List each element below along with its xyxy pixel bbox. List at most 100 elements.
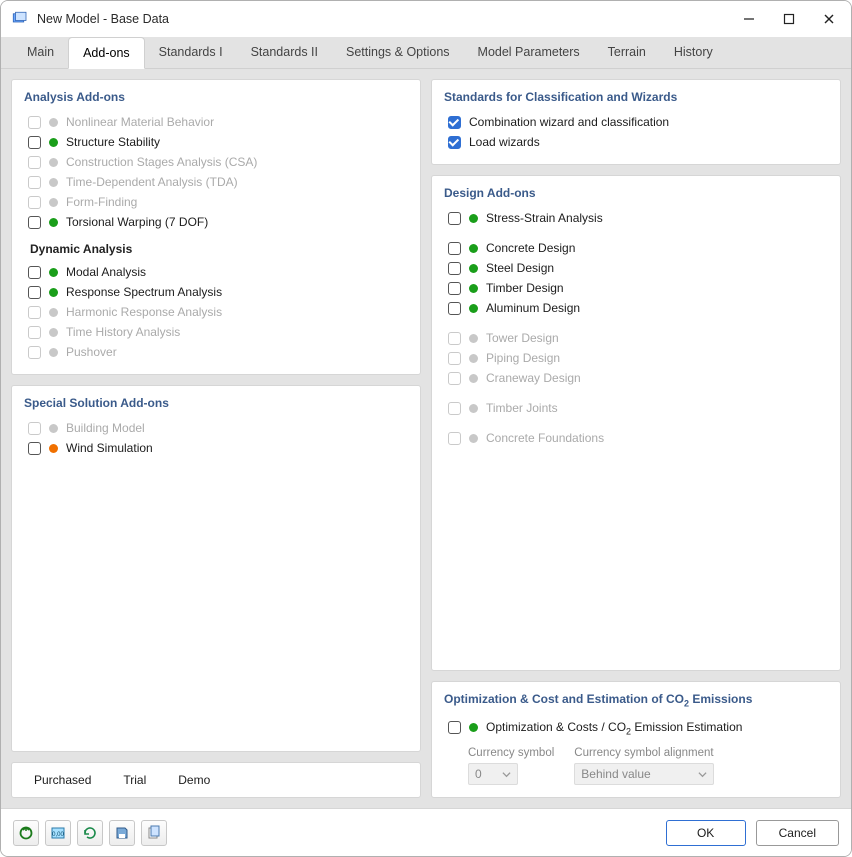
- ok-button[interactable]: OK: [666, 820, 746, 846]
- checkbox: [28, 116, 41, 129]
- status-dot-icon: [469, 434, 478, 443]
- tab-terrain[interactable]: Terrain: [594, 37, 660, 68]
- cancel-button[interactable]: Cancel: [756, 820, 839, 846]
- status-dot-icon: [469, 264, 478, 273]
- checkbox: [448, 372, 461, 385]
- status-dot-icon: [49, 218, 58, 227]
- app-icon: [11, 10, 29, 28]
- list-item: Combination wizard and classification: [444, 112, 828, 132]
- item-label: Nonlinear Material Behavior: [66, 115, 214, 129]
- checkbox[interactable]: [448, 242, 461, 255]
- checkbox: [448, 332, 461, 345]
- status-dot-icon: [469, 404, 478, 413]
- dialog-footer: 0,00 OK Cancel: [1, 808, 851, 856]
- currency-align-label: Currency symbol alignment: [574, 747, 714, 759]
- window-title: New Model - Base Data: [37, 12, 169, 26]
- footer-tool-refresh-icon[interactable]: [77, 820, 103, 846]
- footer-tool-save-icon[interactable]: [109, 820, 135, 846]
- footer-tool-reset-icon[interactable]: [13, 820, 39, 846]
- status-dot-icon: [49, 158, 58, 167]
- list-item: Concrete Foundations: [444, 428, 828, 448]
- list-item: Timber Design: [444, 278, 828, 298]
- panel-optimization: Optimization & Cost and Estimation of CO…: [431, 681, 841, 798]
- list-item: Modal Analysis: [24, 262, 408, 282]
- item-label: Time-Dependent Analysis (TDA): [66, 175, 238, 189]
- list-item: Stress-Strain Analysis: [444, 208, 828, 228]
- item-label: Concrete Design: [486, 241, 575, 255]
- panel-title: Design Add-ons: [444, 186, 828, 200]
- checkbox[interactable]: [28, 136, 41, 149]
- tab-main[interactable]: Main: [13, 37, 68, 68]
- tab-settings-options[interactable]: Settings & Options: [332, 37, 464, 68]
- tab-standards-ii[interactable]: Standards II: [237, 37, 332, 68]
- checkbox[interactable]: [28, 286, 41, 299]
- item-label: Wind Simulation: [66, 441, 153, 455]
- checkbox[interactable]: [448, 212, 461, 225]
- window-close-button[interactable]: [815, 5, 843, 33]
- checkbox[interactable]: [448, 262, 461, 275]
- item-label: Tower Design: [486, 331, 559, 345]
- checkbox[interactable]: [28, 266, 41, 279]
- list-item: Construction Stages Analysis (CSA): [24, 152, 408, 172]
- checkbox: [28, 326, 41, 339]
- list-item: Wind Simulation: [24, 438, 408, 458]
- legend-label: Trial: [123, 773, 146, 787]
- checkbox: [448, 402, 461, 415]
- window-minimize-button[interactable]: [735, 5, 763, 33]
- checkbox[interactable]: [448, 136, 461, 149]
- status-dot-icon: [49, 288, 58, 297]
- window-maximize-button[interactable]: [775, 5, 803, 33]
- currency-symbol-select[interactable]: 0: [468, 763, 518, 785]
- status-dot-icon: [469, 244, 478, 253]
- status-dot-icon: [469, 374, 478, 383]
- subgroup-title: Dynamic Analysis: [30, 242, 408, 256]
- tab-add-ons[interactable]: Add-ons: [68, 37, 145, 69]
- checkbox[interactable]: [28, 442, 41, 455]
- tab-history[interactable]: History: [660, 37, 727, 68]
- item-label: Optimization & Costs / CO2 Emission Esti…: [486, 720, 742, 736]
- status-dot-icon: [469, 214, 478, 223]
- panel-special-solution: Special Solution Add-ons Building ModelW…: [11, 385, 421, 752]
- checkbox: [448, 432, 461, 445]
- item-label: Modal Analysis: [66, 265, 146, 279]
- status-dot-icon: [49, 118, 58, 127]
- list-item: Concrete Design: [444, 238, 828, 258]
- list-item: Tower Design: [444, 328, 828, 348]
- list-item: Timber Joints: [444, 398, 828, 418]
- checkbox: [28, 346, 41, 359]
- footer-tool-units-icon[interactable]: 0,00: [45, 820, 71, 846]
- item-label: Load wizards: [469, 135, 540, 149]
- checkbox[interactable]: [448, 116, 461, 129]
- list-item: Pushover: [24, 342, 408, 362]
- currency-align-select[interactable]: Behind value: [574, 763, 714, 785]
- item-label: Aluminum Design: [486, 301, 580, 315]
- checkbox: [28, 422, 41, 435]
- tab-standards-i[interactable]: Standards I: [145, 37, 237, 68]
- item-label: Construction Stages Analysis (CSA): [66, 155, 257, 169]
- item-label: Pushover: [66, 345, 117, 359]
- status-dot-icon: [469, 723, 478, 732]
- item-label: Concrete Foundations: [486, 431, 604, 445]
- panel-title: Analysis Add-ons: [24, 90, 408, 104]
- checkbox[interactable]: [448, 302, 461, 315]
- list-item: Form-Finding: [24, 192, 408, 212]
- item-label: Harmonic Response Analysis: [66, 305, 222, 319]
- chevron-down-icon: [698, 770, 707, 779]
- checkbox[interactable]: [448, 282, 461, 295]
- select-value: Behind value: [581, 767, 650, 781]
- dialog-body: Analysis Add-ons Nonlinear Material Beha…: [1, 69, 851, 808]
- item-label: Timber Design: [486, 281, 564, 295]
- status-dot-icon: [49, 268, 58, 277]
- status-dot-icon: [49, 198, 58, 207]
- item-label: Time History Analysis: [66, 325, 180, 339]
- tab-model-parameters[interactable]: Model Parameters: [464, 37, 594, 68]
- status-dot-icon: [49, 348, 58, 357]
- checkbox: [28, 176, 41, 189]
- select-value: 0: [475, 767, 482, 781]
- list-item: Time History Analysis: [24, 322, 408, 342]
- footer-tool-copy-icon[interactable]: [141, 820, 167, 846]
- checkbox[interactable]: [28, 216, 41, 229]
- status-dot-icon: [469, 304, 478, 313]
- status-dot-icon: [49, 444, 58, 453]
- checkbox[interactable]: [448, 721, 461, 734]
